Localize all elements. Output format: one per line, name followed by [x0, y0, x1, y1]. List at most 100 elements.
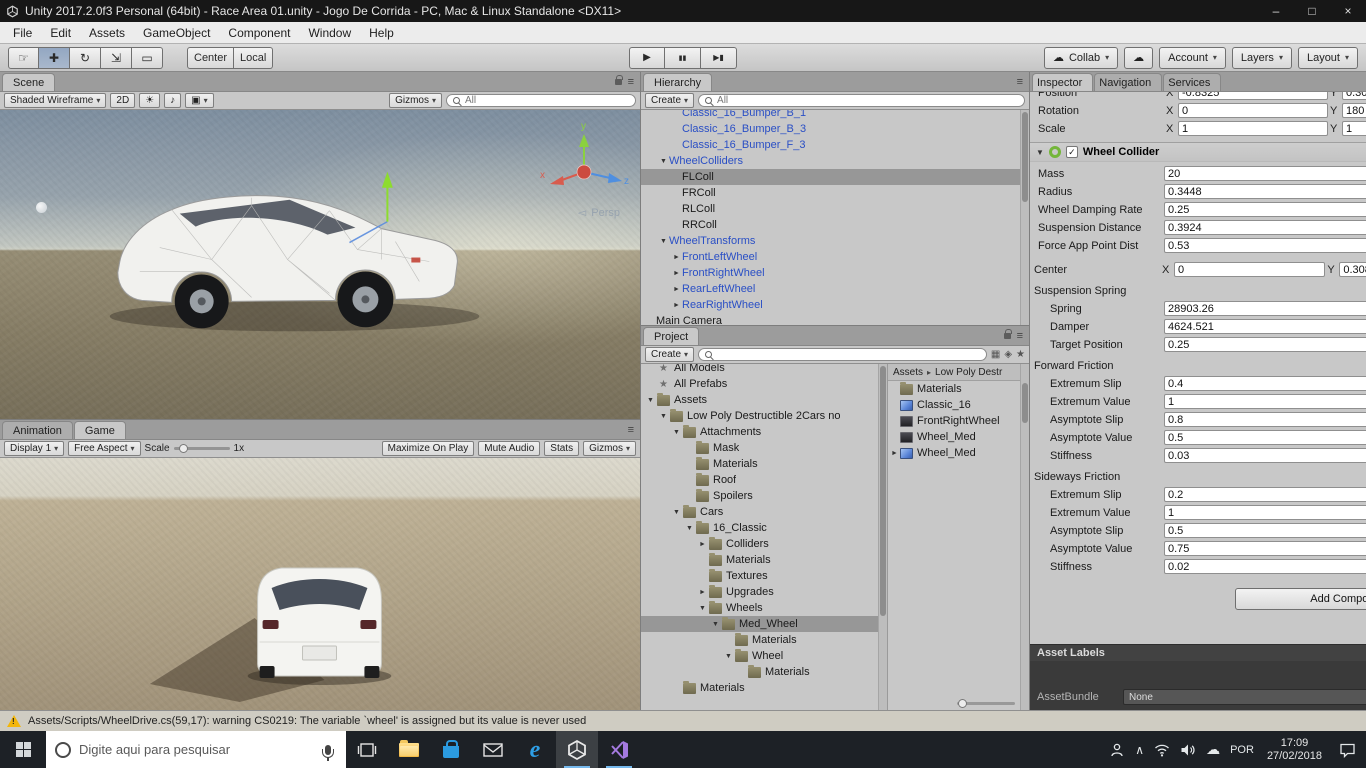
project-folder-item[interactable]: Materials [641, 664, 878, 680]
scene-search-input[interactable] [465, 95, 629, 106]
field-input[interactable] [1164, 505, 1366, 520]
maximize-button[interactable]: □ [1294, 0, 1330, 22]
hierarchy-search-input[interactable] [717, 95, 1018, 106]
y-input[interactable] [1339, 262, 1366, 277]
scale-tool-button[interactable]: ⇲ [101, 47, 132, 69]
panel-menu-icon[interactable]: ≡ [628, 424, 634, 436]
hierarchy-item[interactable]: FRColl [641, 185, 1020, 201]
add-component-button[interactable]: Add Component [1235, 588, 1366, 610]
breadcrumb-folder[interactable]: Low Poly Destr [935, 367, 1002, 378]
asset-item[interactable]: Wheel_Med [888, 445, 1029, 461]
project-folder-item[interactable]: 16_Classic [641, 520, 878, 536]
light-gizmo[interactable] [36, 202, 47, 213]
menu-item[interactable]: Window [299, 22, 360, 43]
y-input[interactable] [1342, 103, 1366, 118]
zoom-slider-knob[interactable] [958, 699, 967, 708]
display-dropdown[interactable]: Display 1▾ [4, 441, 64, 456]
task-view-button[interactable] [346, 731, 388, 768]
menu-item[interactable]: Component [219, 22, 299, 43]
project-folder-item[interactable]: Materials [641, 456, 878, 472]
panel-menu-icon[interactable]: ≡ [628, 76, 634, 88]
hierarchy-item[interactable]: Classic_16_Bumper_B_1 [641, 110, 1020, 121]
x-input[interactable] [1178, 103, 1328, 118]
hierarchy-item[interactable]: FrontRightWheel [641, 265, 1020, 281]
foldout-icon[interactable] [671, 286, 682, 293]
x-input[interactable] [1178, 121, 1328, 136]
search-by-type-icon[interactable]: ▦ [991, 349, 1000, 360]
foldout-icon[interactable] [684, 525, 695, 532]
lock-icon[interactable] [615, 79, 622, 85]
field-input[interactable] [1164, 430, 1366, 445]
account-dropdown[interactable]: Account▾ [1159, 47, 1226, 69]
foldout-icon[interactable] [671, 254, 682, 261]
gizmo-y-arrowhead[interactable] [382, 172, 393, 188]
scene-search-box[interactable] [446, 94, 636, 107]
hierarchy-item[interactable]: WheelTransforms [641, 233, 1020, 249]
mute-audio-toggle[interactable]: Mute Audio [478, 441, 540, 456]
field-input[interactable] [1164, 541, 1366, 556]
maximize-on-play-toggle[interactable]: Maximize On Play [382, 441, 475, 456]
field-input[interactable] [1164, 184, 1366, 199]
game-viewport[interactable] [0, 458, 640, 710]
field-input[interactable] [1164, 301, 1366, 316]
tab-scene[interactable]: Scene [2, 73, 55, 91]
menu-item[interactable]: Help [360, 22, 403, 43]
hierarchy-item[interactable]: FrontLeftWheel [641, 249, 1020, 265]
onedrive-button[interactable]: ☁ [1201, 731, 1225, 768]
lighting-toggle-button[interactable]: ☀ [139, 93, 160, 108]
field-input[interactable] [1164, 559, 1366, 574]
close-button[interactable]: × [1330, 0, 1366, 22]
project-tree-scrollbar[interactable] [878, 364, 887, 710]
panel-menu-icon[interactable]: ≡ [1017, 76, 1023, 88]
foldout-icon[interactable] [671, 509, 682, 516]
foldout-icon[interactable] [671, 302, 682, 309]
project-folder-item[interactable]: Low Poly Destructible 2Cars no [641, 408, 878, 424]
y-input[interactable] [1342, 121, 1366, 136]
edge-button[interactable]: e [514, 731, 556, 768]
project-folder-item[interactable]: Materials [641, 632, 878, 648]
foldout-icon[interactable] [697, 605, 708, 612]
project-folder-item[interactable]: Materials [641, 552, 878, 568]
panel-menu-icon[interactable]: ≡ [1017, 330, 1023, 342]
pivot-button[interactable]: Center [187, 47, 234, 69]
visual-studio-button[interactable] [598, 731, 640, 768]
field-input[interactable] [1164, 394, 1366, 409]
inspector-tab[interactable]: Inspector [1032, 73, 1093, 91]
people-button[interactable] [1104, 731, 1130, 768]
scrollbar-thumb[interactable] [1022, 112, 1028, 202]
hierarchy-scrollbar[interactable] [1020, 110, 1029, 325]
rect-tool-button[interactable]: ▭ [132, 47, 163, 69]
asset-item[interactable]: FrontRightWheel [888, 413, 1029, 429]
asset-item[interactable]: Wheel_Med [888, 429, 1029, 445]
project-folder-item[interactable]: Textures [641, 568, 878, 584]
project-folder-item[interactable]: Colliders [641, 536, 878, 552]
favorites-icon[interactable]: ★ [1016, 349, 1025, 360]
hidden-icons-button[interactable]: ∧ [1130, 731, 1149, 768]
scene-viewport[interactable]: y x z ◅ Persp [0, 110, 640, 419]
effects-dropdown[interactable]: ▣▾ [185, 93, 213, 108]
foldout-icon[interactable] [671, 270, 682, 277]
status-bar[interactable]: Assets/Scripts/WheelDrive.cs(59,17): war… [0, 710, 1366, 731]
inspector-tab[interactable]: Services [1163, 73, 1221, 91]
field-input[interactable] [1164, 337, 1366, 352]
action-center-button[interactable] [1330, 742, 1364, 758]
project-folder-item[interactable]: Assets [641, 392, 878, 408]
inspector-tab[interactable]: Navigation [1094, 73, 1162, 91]
scene-orientation-gizmo[interactable]: y x z [536, 116, 632, 204]
layout-dropdown[interactable]: Layout▾ [1298, 47, 1358, 69]
project-folder-item[interactable]: Upgrades [641, 584, 878, 600]
asset-zoom-slider[interactable] [957, 702, 1015, 705]
asset-labels-header[interactable]: Asset Labels ◈ [1030, 644, 1366, 661]
game-gizmos-dropdown[interactable]: Gizmos▾ [583, 441, 636, 456]
wheel-collider-header[interactable]: ▼ ✓ Wheel Collider ▤ ⚙ [1030, 142, 1366, 162]
minimize-button[interactable]: – [1258, 0, 1294, 22]
rotate-tool-button[interactable]: ↻ [70, 47, 101, 69]
hierarchy-item[interactable]: Main Camera [641, 313, 1020, 325]
menu-item[interactable]: Edit [41, 22, 80, 43]
field-input[interactable] [1164, 220, 1366, 235]
hierarchy-item[interactable]: RRColl [641, 217, 1020, 233]
project-create-dropdown[interactable]: Create▾ [645, 347, 694, 362]
field-input[interactable] [1164, 319, 1366, 334]
menu-item[interactable]: Assets [80, 22, 134, 43]
unity-app-button[interactable] [556, 731, 598, 768]
